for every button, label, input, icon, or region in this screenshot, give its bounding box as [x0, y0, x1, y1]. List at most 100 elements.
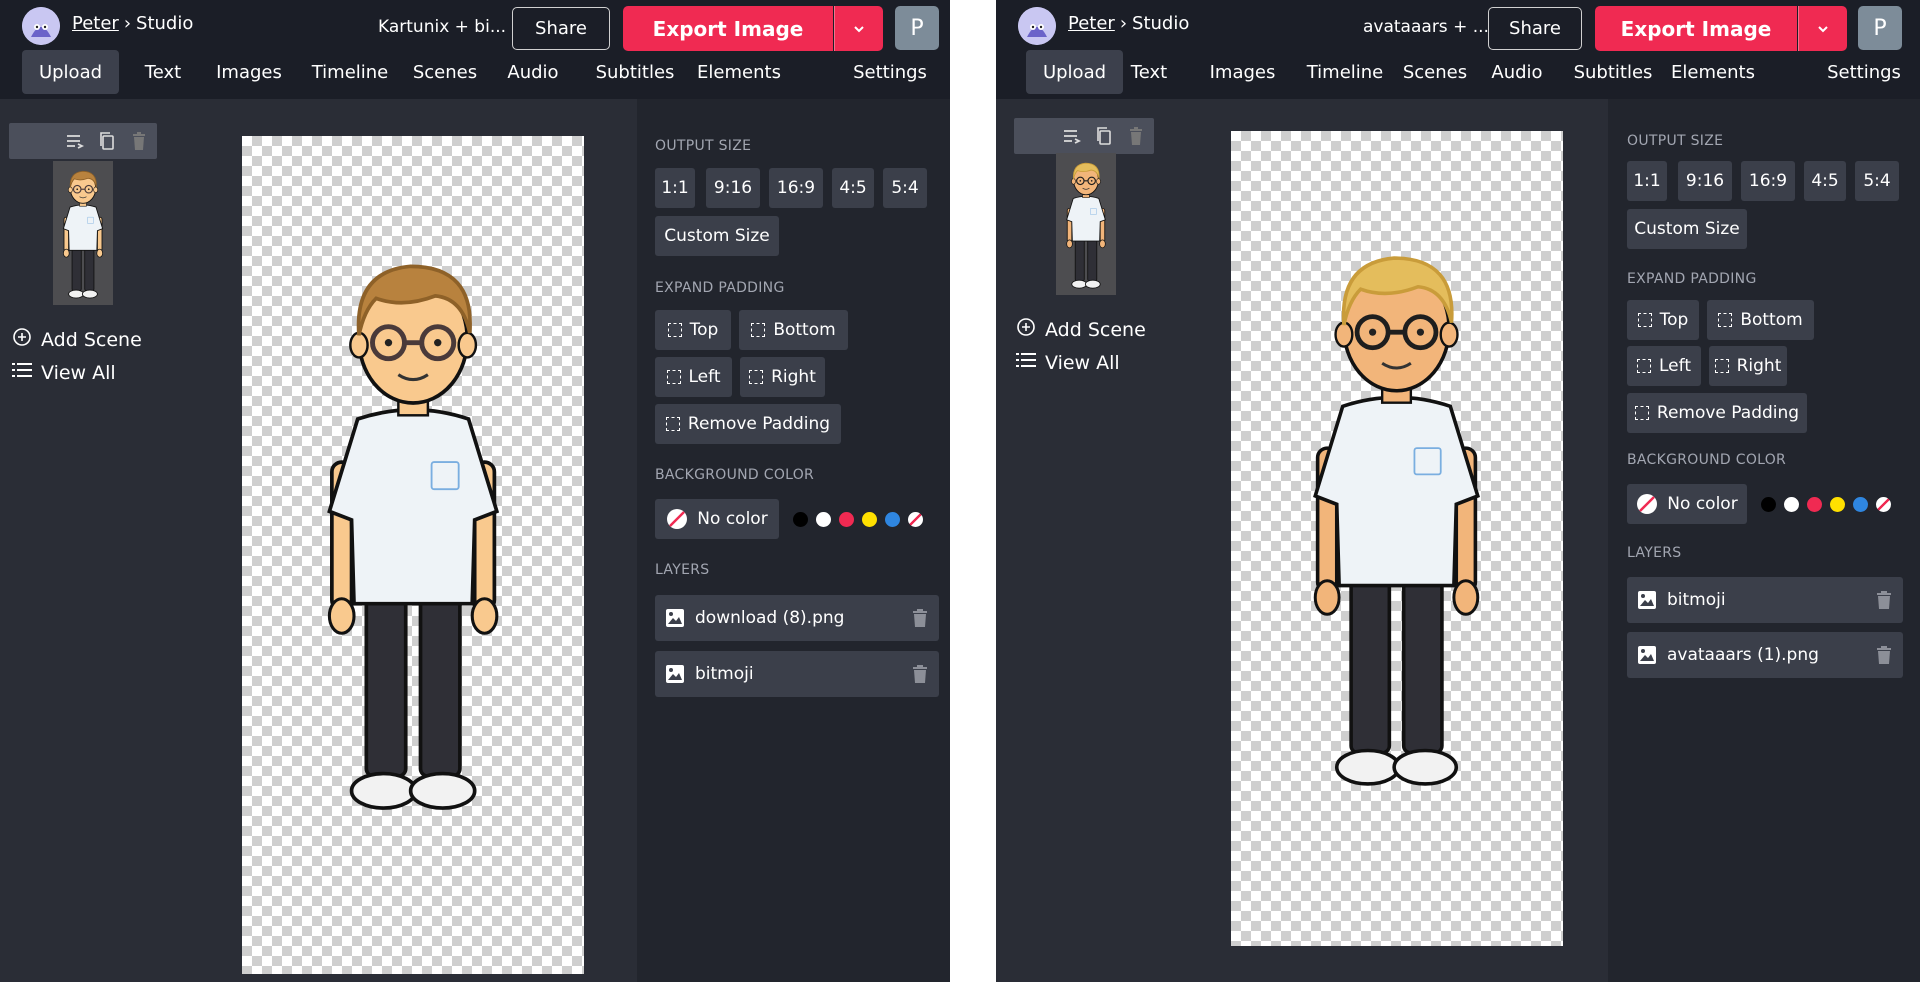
delete-layer-icon[interactable]	[1875, 645, 1893, 670]
delete-layer-icon[interactable]	[911, 608, 929, 633]
pad-bottom-button[interactable]: Bottom	[739, 310, 848, 350]
pad-top-button[interactable]: Top	[1627, 300, 1699, 340]
view-all-button[interactable]: View All	[12, 361, 116, 384]
breadcrumb: Peter › Studio	[72, 13, 193, 34]
color-swatch-3[interactable]	[862, 512, 877, 527]
tab-settings[interactable]: Settings	[845, 50, 935, 94]
ratio-16-9-button[interactable]: 16:9	[769, 168, 823, 208]
reorder-icon[interactable]	[1062, 126, 1082, 146]
character-image[interactable]	[290, 203, 536, 857]
editor-canvas[interactable]	[1231, 131, 1563, 946]
tab-images[interactable]: Images	[205, 50, 293, 94]
color-swatch-0[interactable]	[793, 512, 808, 527]
color-swatch-1[interactable]	[816, 512, 831, 527]
reorder-icon[interactable]	[65, 131, 85, 151]
character-image[interactable]	[1277, 196, 1516, 832]
color-swatch-0[interactable]	[1761, 497, 1776, 512]
layer-row[interactable]: avataaars (1).png	[1627, 632, 1903, 678]
editor-canvas[interactable]	[242, 136, 584, 974]
export-dropdown-chevron-icon[interactable]	[1798, 6, 1847, 51]
remove-padding-button[interactable]: Remove Padding	[655, 404, 841, 444]
no-color-button[interactable]: No color	[1627, 484, 1747, 524]
pad-bottom-button-label: Bottom	[1740, 310, 1803, 330]
color-swatch-2[interactable]	[839, 512, 854, 527]
delete-layer-icon[interactable]	[911, 664, 929, 689]
ratio-4-5-button[interactable]: 4:5	[1804, 161, 1846, 201]
export-dropdown-chevron-icon[interactable]	[834, 6, 883, 51]
remove-padding-button-label: Remove Padding	[687, 414, 831, 434]
tab-audio[interactable]: Audio	[1482, 50, 1552, 94]
tab-timeline[interactable]: Timeline	[1300, 50, 1390, 94]
layer-row[interactable]: download (8).png	[655, 595, 939, 641]
ratio-1-1-button[interactable]: 1:1	[655, 168, 695, 208]
color-swatch-5[interactable]	[908, 512, 923, 527]
tab-upload[interactable]: Upload	[1026, 50, 1123, 94]
layer-row[interactable]: bitmoji	[655, 651, 939, 697]
custom-size-button[interactable]: Custom Size	[1627, 209, 1747, 249]
ratio-9-16-button[interactable]: 9:16	[1678, 161, 1732, 201]
user-avatar[interactable]: P	[895, 6, 939, 50]
export-image-button[interactable]: Export Image	[1595, 6, 1797, 51]
padding-dashed-box-icon	[1637, 313, 1652, 327]
no-color-icon	[666, 508, 688, 530]
scene-thumbnail[interactable]	[53, 161, 113, 305]
user-avatar[interactable]: P	[1858, 6, 1902, 50]
color-swatch-4[interactable]	[1853, 497, 1868, 512]
project-title[interactable]: Kartunix + bi...	[378, 17, 506, 37]
scene-thumbnail[interactable]	[1056, 153, 1116, 295]
tab-scenes[interactable]: Scenes	[1398, 50, 1472, 94]
ratio-9-16-button[interactable]: 9:16	[706, 168, 760, 208]
delete-scene-icon[interactable]	[1126, 126, 1146, 146]
export-image-button[interactable]: Export Image	[623, 6, 833, 51]
pad-right-button[interactable]: Right	[740, 357, 825, 397]
pad-right-button[interactable]: Right	[1709, 346, 1787, 386]
share-button[interactable]: Share	[1488, 7, 1582, 50]
ratio-5-4-button[interactable]: 5:4	[1855, 161, 1899, 201]
pad-left-button[interactable]: Left	[1627, 346, 1701, 386]
ratio-1-1-button[interactable]: 1:1	[1627, 161, 1667, 201]
tab-images[interactable]: Images	[1196, 50, 1289, 94]
duplicate-icon[interactable]	[1094, 126, 1114, 146]
remove-padding-button[interactable]: Remove Padding	[1627, 393, 1807, 433]
breadcrumb-user-link[interactable]: Peter	[1068, 13, 1115, 34]
tab-audio[interactable]: Audio	[498, 50, 568, 94]
tab-subtitles[interactable]: Subtitles	[1563, 50, 1663, 94]
delete-scene-icon[interactable]	[129, 131, 149, 151]
tab-subtitles[interactable]: Subtitles	[585, 50, 685, 94]
layer-row[interactable]: bitmoji	[1627, 577, 1903, 623]
ratio-4-5-button[interactable]: 4:5	[832, 168, 874, 208]
tab-upload[interactable]: Upload	[22, 50, 119, 94]
expand-padding-label: EXPAND PADDING	[1627, 271, 1757, 287]
tab-elements[interactable]: Elements	[692, 50, 786, 94]
tab-timeline[interactable]: Timeline	[305, 50, 395, 94]
delete-layer-icon[interactable]	[1875, 590, 1893, 615]
padding-dashed-box-icon	[749, 370, 764, 384]
view-all-label: View All	[1045, 351, 1120, 374]
tab-elements[interactable]: Elements	[1666, 50, 1760, 94]
ratio-16-9-button[interactable]: 16:9	[1741, 161, 1795, 201]
ratio-5-4-button[interactable]: 5:4	[883, 168, 927, 208]
add-scene-button[interactable]: Add Scene	[12, 327, 142, 352]
tab-scenes[interactable]: Scenes	[408, 50, 482, 94]
color-swatch-4[interactable]	[885, 512, 900, 527]
app-logo-icon[interactable]	[22, 7, 60, 45]
pad-bottom-button[interactable]: Bottom	[1707, 300, 1814, 340]
breadcrumb-user-link[interactable]: Peter	[72, 13, 119, 34]
tab-text[interactable]: Text	[128, 50, 198, 94]
custom-size-button[interactable]: Custom Size	[655, 216, 779, 256]
no-color-button[interactable]: No color	[655, 499, 779, 539]
tab-text[interactable]: Text	[1119, 50, 1179, 94]
tab-settings[interactable]: Settings	[1819, 50, 1909, 94]
pad-top-button[interactable]: Top	[655, 310, 731, 350]
color-swatch-3[interactable]	[1830, 497, 1845, 512]
color-swatch-2[interactable]	[1807, 497, 1822, 512]
color-swatch-5[interactable]	[1876, 497, 1891, 512]
add-scene-button[interactable]: Add Scene	[1016, 317, 1146, 342]
app-logo-icon[interactable]	[1018, 7, 1056, 45]
color-swatch-1[interactable]	[1784, 497, 1799, 512]
duplicate-icon[interactable]	[97, 131, 117, 151]
project-title[interactable]: avataaars + ...	[1363, 17, 1489, 37]
share-button[interactable]: Share	[512, 7, 610, 50]
view-all-button[interactable]: View All	[1016, 351, 1120, 374]
pad-left-button[interactable]: Left	[655, 357, 732, 397]
